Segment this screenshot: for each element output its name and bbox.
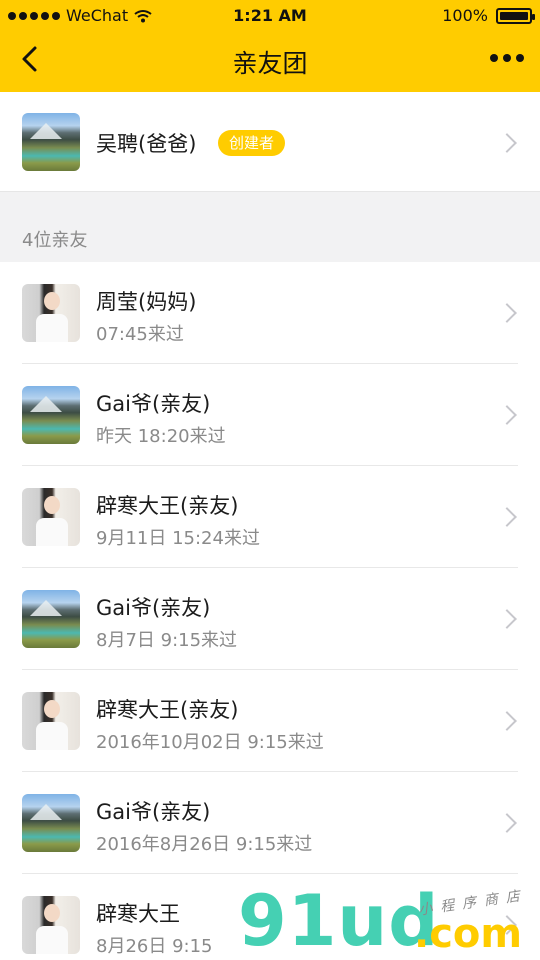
watermark-main: 91ud <box>238 880 440 960</box>
nav-bar: 亲友团 <box>0 30 540 92</box>
chevron-right-icon <box>497 711 517 731</box>
list-item[interactable]: Gai爷(亲友) 2016年8月26日 9:15来过 <box>0 772 540 874</box>
member-name: Gai爷(亲友) <box>96 596 211 620</box>
list-item[interactable]: 辟寒大王(亲友) 2016年10月02日 9:15来过 <box>0 670 540 772</box>
chevron-right-icon <box>497 303 517 323</box>
member-name: 辟寒大王 <box>96 902 180 926</box>
list-item[interactable]: Gai爷(亲友) 8月7日 9:15来过 <box>0 568 540 670</box>
section-title: 4位亲友 <box>22 230 88 251</box>
member-name: 辟寒大王(亲友) <box>96 698 239 722</box>
watermark-suffix: .com <box>414 911 523 957</box>
avatar <box>22 692 80 750</box>
more-dots-icon <box>490 54 498 62</box>
status-right: 100% <box>442 6 535 25</box>
member-name: Gai爷(亲友) <box>96 392 211 416</box>
chevron-right-icon <box>497 507 517 527</box>
more-button[interactable] <box>490 54 524 62</box>
member-time: 8月26日 9:15 <box>96 936 213 957</box>
member-time: 2016年10月02日 9:15来过 <box>96 732 324 753</box>
watermark-logo: 91ud 小程序商店 .com <box>238 884 538 960</box>
header: WeChat 1:21 AM 100% 亲友团 <box>0 0 540 92</box>
avatar <box>22 488 80 546</box>
avatar <box>22 284 80 342</box>
battery-percent: 100% <box>442 6 488 25</box>
member-time: 07:45来过 <box>96 324 184 345</box>
page-title: 亲友团 <box>232 49 308 78</box>
member-name: 辟寒大王(亲友) <box>96 494 239 518</box>
battery-icon <box>496 7 535 24</box>
list-item[interactable]: Gai爷(亲友) 昨天 18:20来过 <box>0 364 540 466</box>
avatar <box>22 896 80 954</box>
member-time: 2016年8月26日 9:15来过 <box>96 834 313 855</box>
list-item[interactable]: 周莹(妈妈) 07:45来过 <box>0 262 540 364</box>
list-item[interactable]: 辟寒大王(亲友) 9月11日 15:24来过 <box>0 466 540 568</box>
avatar <box>22 113 80 171</box>
chevron-right-icon <box>497 405 517 425</box>
member-name: 周莹(妈妈) <box>96 290 197 314</box>
member-list: 周莹(妈妈) 07:45来过 Gai爷(亲友) 昨天 18:20来过 辟寒大王(… <box>0 262 540 960</box>
member-time: 9月11日 15:24来过 <box>96 528 260 549</box>
avatar <box>22 386 80 444</box>
creator-name: 吴聘(爸爸) <box>96 132 197 156</box>
member-time: 昨天 18:20来过 <box>96 426 226 447</box>
chevron-right-icon <box>497 609 517 629</box>
creator-row[interactable]: 吴聘(爸爸) 创建者 <box>0 92 540 192</box>
avatar <box>22 590 80 648</box>
chevron-right-icon <box>497 813 517 833</box>
status-bar: WeChat 1:21 AM 100% <box>0 0 540 30</box>
creator-badge: 创建者 <box>218 130 286 156</box>
member-name: Gai爷(亲友) <box>96 800 211 824</box>
avatar <box>22 794 80 852</box>
member-time: 8月7日 9:15来过 <box>96 630 238 651</box>
